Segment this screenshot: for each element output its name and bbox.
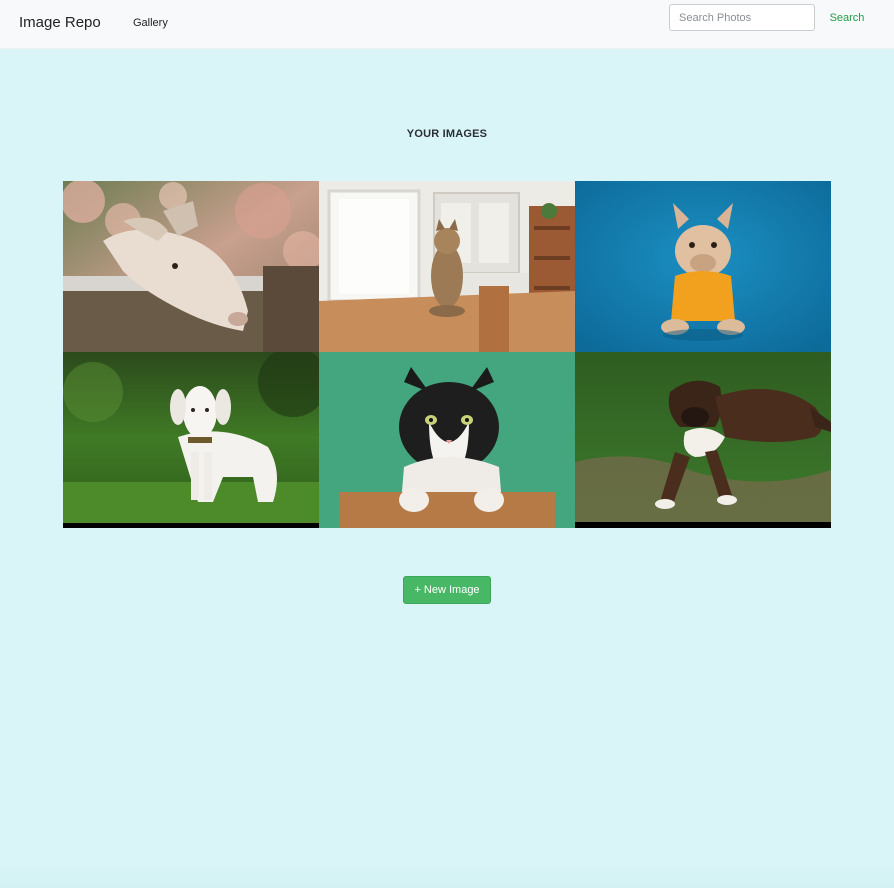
search-input[interactable] <box>669 4 815 31</box>
nav-link-gallery[interactable]: Gallery <box>133 17 168 29</box>
gallery-image-white-goat[interactable] <box>63 352 319 523</box>
search-button[interactable]: Search <box>820 4 874 31</box>
page-bottom-fade <box>0 860 894 888</box>
white-goat-photo <box>63 352 319 523</box>
image-gallery <box>63 181 831 528</box>
gallery-image-bulldog[interactable] <box>575 181 831 352</box>
page-title: YOUR IMAGES <box>406 128 488 140</box>
gallery-image-goat[interactable] <box>63 181 319 352</box>
bulldog-photo <box>575 181 831 352</box>
gallery-image-boxer[interactable] <box>575 352 831 522</box>
tuxedo-cat-photo <box>319 352 575 528</box>
gallery-image-tuxedo-cat[interactable] <box>319 352 575 528</box>
cat-kitchen-photo <box>319 181 575 352</box>
gallery-image-cat-kitchen[interactable] <box>319 181 575 352</box>
goat-photo <box>63 181 319 352</box>
new-image-button[interactable]: + New Image <box>403 576 491 604</box>
brand-link[interactable]: Image Repo <box>19 14 101 31</box>
navbar: Image Repo Gallery Search <box>0 0 894 49</box>
boxer-photo <box>575 352 831 522</box>
